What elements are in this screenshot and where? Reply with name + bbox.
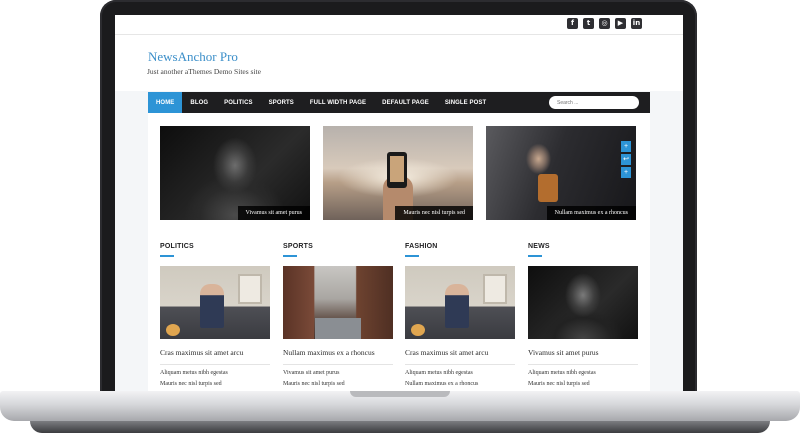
title-underline	[528, 255, 542, 257]
instagram-icon[interactable]: ◎	[599, 18, 610, 29]
nav-item-sports[interactable]: SPORTS	[261, 92, 302, 113]
plus-icon[interactable]: +	[621, 141, 631, 152]
person-shape	[200, 284, 224, 328]
plus-icon[interactable]: +	[621, 167, 631, 178]
person-shape	[445, 284, 469, 328]
nav-item-single-post[interactable]: SINGLE POST	[437, 92, 494, 113]
column-headline[interactable]: Cras maximus sit amet arcu	[160, 348, 270, 357]
title-underline	[160, 255, 174, 257]
title-underline	[405, 255, 419, 257]
featured-caption[interactable]: Vivamus sit amet purus	[237, 206, 310, 220]
column-headline[interactable]: Nullam maximus ex a rhoncus	[283, 348, 393, 357]
nav-item-home[interactable]: HOME	[148, 92, 183, 113]
divider	[160, 364, 270, 365]
phone-shape	[387, 152, 407, 188]
title-underline	[283, 255, 297, 257]
featured-post-1[interactable]: Vivamus sit amet purus	[160, 126, 310, 220]
featured-caption[interactable]: Mauris nec nisl turpis sed	[395, 206, 473, 220]
column-link[interactable]: Mauris nec nisl turpis sed	[528, 381, 638, 387]
nav-item-blog[interactable]: BLOG	[182, 92, 216, 113]
column-link[interactable]: Nullam maximus ex a rhoncus	[405, 381, 515, 387]
laptop-screen: f t ◎ ▶ in NewsAnchor Pro Just another a…	[115, 15, 683, 391]
column-link[interactable]: Mauris nec nisl turpis sed	[160, 381, 270, 387]
column-link[interactable]: Aliquam metus nibh egestas	[528, 370, 638, 376]
bag-shape	[538, 174, 558, 202]
column-image[interactable]	[405, 266, 515, 339]
column-headline[interactable]: Vivamus sit amet purus	[528, 348, 638, 357]
canal-shape	[315, 318, 361, 339]
column-title[interactable]: SPORTS	[283, 243, 393, 250]
linkedin-icon[interactable]: in	[631, 18, 642, 29]
category-column-news: NEWS Vivamus sit amet purus Aliquam metu…	[528, 243, 638, 387]
laptop-notch	[350, 391, 450, 397]
facebook-icon[interactable]: f	[567, 18, 578, 29]
share-toolbar: + ↩ +	[621, 141, 631, 180]
column-link[interactable]: Aliquam metus nibh egestas	[405, 370, 515, 376]
category-column-politics: POLITICS Cras maximus sit amet arcu Aliq…	[160, 243, 270, 387]
youtube-icon[interactable]: ▶	[615, 18, 626, 29]
divider	[283, 364, 393, 365]
nav-item-default-page[interactable]: DEFAULT PAGE	[374, 92, 437, 113]
nav-item-full-width-page[interactable]: FULL WIDTH PAGE	[302, 92, 374, 113]
column-headline[interactable]: Cras maximus sit amet arcu	[405, 348, 515, 357]
column-title[interactable]: NEWS	[528, 243, 638, 250]
top-bar: f t ◎ ▶ in	[115, 15, 683, 35]
column-image[interactable]	[160, 266, 270, 339]
column-title[interactable]: POLITICS	[160, 243, 270, 250]
window-shape	[238, 274, 262, 304]
featured-caption[interactable]: Nullam maximus ex a rhoncus	[546, 206, 636, 220]
lamp-shape	[411, 324, 425, 336]
column-title[interactable]: FASHION	[405, 243, 515, 250]
site-title[interactable]: NewsAnchor Pro	[148, 49, 238, 65]
divider	[528, 364, 638, 365]
laptop-foot	[30, 421, 770, 433]
column-link[interactable]: Aliquam metus nibh egestas	[160, 370, 270, 376]
column-link[interactable]: Mauris nec nisl turpis sed	[283, 381, 393, 387]
featured-post-2[interactable]: Mauris nec nisl turpis sed	[323, 126, 473, 220]
column-link[interactable]: Vivamus sit amet purus	[283, 370, 393, 376]
category-column-sports: SPORTS Nullam maximus ex a rhoncus Vivam…	[283, 243, 393, 387]
divider	[405, 364, 515, 365]
nav-item-politics[interactable]: POLITICS	[216, 92, 260, 113]
share-icon[interactable]: ↩	[621, 154, 631, 165]
social-links: f t ◎ ▶ in	[567, 18, 642, 29]
window-shape	[483, 274, 507, 304]
column-image[interactable]	[283, 266, 393, 339]
search-input[interactable]	[549, 96, 639, 109]
main-content: Vivamus sit amet purus Mauris nec nisl t…	[148, 113, 650, 391]
twitter-icon[interactable]: t	[583, 18, 594, 29]
site-header: NewsAnchor Pro Just another aThemes Demo…	[115, 35, 683, 91]
lamp-shape	[166, 324, 180, 336]
main-navigation: HOME BLOG POLITICS SPORTS FULL WIDTH PAG…	[148, 92, 650, 113]
featured-post-3[interactable]: Nullam maximus ex a rhoncus	[486, 126, 636, 220]
column-image[interactable]	[528, 266, 638, 339]
site-tagline: Just another aThemes Demo Sites site	[147, 67, 261, 76]
category-column-fashion: FASHION Cras maximus sit amet arcu Aliqu…	[405, 243, 515, 387]
